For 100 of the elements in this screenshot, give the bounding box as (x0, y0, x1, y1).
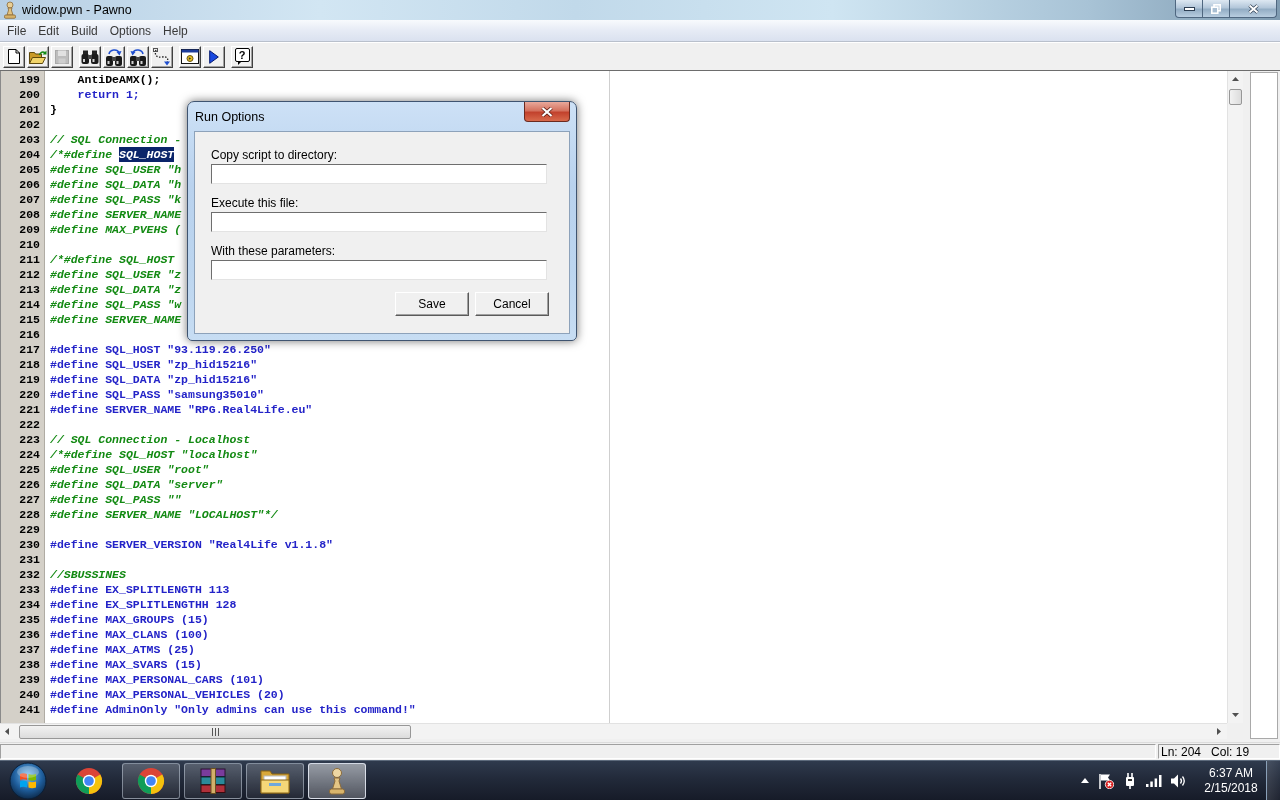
line-number: 240 (18, 688, 41, 701)
left-arrow-icon[interactable] (5, 728, 9, 735)
code-line: AntiDeAMX(); (76, 73, 161, 86)
code-line: #define SERVER_NAME "LOCALHOST"*/ (50, 508, 278, 521)
toolbar-button[interactable] (151, 45, 173, 68)
line-number: 205 (18, 163, 41, 176)
show-desktop-button[interactable] (1266, 761, 1280, 800)
menu-item[interactable]: Edit (32, 20, 66, 41)
binoculars-arrow-icon (129, 47, 147, 66)
code-line: #define MAX_PERSONAL_VEHICLES (20) (50, 688, 285, 701)
line-number: 208 (18, 208, 41, 221)
code-line: } (50, 103, 57, 116)
close-button[interactable] (1230, 0, 1277, 18)
code-line: #define SQL_PASS "samsung35010" (50, 388, 264, 401)
toolbar-button[interactable] (203, 45, 225, 68)
close-icon (541, 106, 553, 117)
speaker-icon[interactable] (1171, 773, 1187, 788)
play-icon (209, 49, 219, 64)
tricolor-circle-icon (137, 766, 165, 795)
line-number: 212 (18, 268, 41, 281)
code-line: #define SQL_DATA "server" (50, 478, 223, 491)
toolbar-button[interactable]: ? (231, 45, 253, 68)
field-label: Copy script to directory: (211, 148, 338, 162)
page-icon (8, 49, 20, 64)
code-line: #define MAX_PERSONAL_CARS (101) (50, 673, 264, 686)
flag-icon[interactable] (1098, 772, 1114, 789)
folder-icon (29, 49, 47, 64)
code-line: #define MAX_SVARS (15) (50, 658, 202, 671)
dialog-button[interactable]: Cancel (475, 292, 549, 316)
line-number: 227 (18, 493, 41, 506)
code-line: #define SQL_USER "root" (50, 463, 209, 476)
input-field[interactable] (211, 260, 547, 280)
line-number: 241 (18, 703, 41, 716)
line-number: 218 (18, 358, 41, 371)
code-line: #define SQL_DATA "z (50, 283, 182, 296)
code-line: //SBUSSINES (50, 568, 126, 581)
line-number: 202 (18, 118, 41, 131)
line-number: 210 (18, 238, 41, 251)
line-number: 213 (18, 283, 41, 296)
plug-icon[interactable] (1123, 772, 1137, 789)
line-number: 204 (18, 148, 41, 161)
line-number: 200 (18, 88, 41, 101)
taskbar-button[interactable] (246, 762, 304, 799)
line-number: 232 (18, 568, 41, 581)
code-line: #define SQL_PASS "k (50, 193, 182, 206)
line-number: 237 (18, 643, 41, 656)
code-line: /*#define SQL_HOST "localhost" (50, 448, 258, 461)
horizontal-scrollbar[interactable] (0, 723, 1227, 739)
field-label: Execute this file: (211, 196, 299, 210)
menu-item[interactable]: Options (103, 20, 158, 41)
toolbar-button[interactable] (103, 45, 125, 68)
down-arrow-icon[interactable] (1232, 713, 1239, 717)
code-line: #define SERVER_VERSION "Real4Life v1.1.8" (50, 538, 333, 551)
right-arrow-icon[interactable] (1217, 728, 1221, 735)
toolbar-button[interactable] (79, 45, 101, 68)
clock-time[interactable]: 6:37 AM (1209, 765, 1253, 781)
code-line: #define MAX_GROUPS (15) (50, 613, 209, 626)
toolbar-button[interactable] (3, 45, 25, 68)
code-line: #define SQL_USER "zp_hid15216" (50, 358, 258, 371)
code-line: #define SQL_PASS "w (50, 298, 182, 311)
line-number: 216 (18, 328, 41, 341)
pawn-icon (327, 766, 347, 795)
line-number: 234 (18, 598, 41, 611)
dialog-title: Run Options (195, 110, 265, 124)
minimize-icon (1183, 6, 1195, 11)
taskbar-button[interactable] (184, 762, 242, 799)
up-arrow-icon[interactable] (1081, 778, 1089, 783)
scroll-thumb[interactable] (19, 724, 411, 739)
toolbar-button[interactable] (27, 45, 49, 68)
toolbar-button[interactable] (127, 45, 149, 68)
line-number: 230 (18, 538, 41, 551)
input-field[interactable] (211, 164, 547, 184)
line-number: 207 (18, 193, 41, 206)
dialog-button[interactable]: Save (395, 292, 469, 316)
line-number: 215 (18, 313, 41, 326)
code-line: #define MAX_CLANS (100) (50, 628, 209, 641)
close-icon (1247, 3, 1259, 14)
taskbar-button[interactable] (308, 762, 366, 799)
code-line: /*#define SQL_HOST (50, 253, 175, 266)
menu-item[interactable]: Build (65, 20, 104, 41)
scroll-thumb[interactable] (1229, 89, 1242, 105)
status-text: Ln: 204 (1161, 744, 1202, 759)
menu-item[interactable]: Help (157, 20, 194, 41)
up-arrow-icon[interactable] (1232, 77, 1239, 81)
clock-date[interactable]: 2/15/2018 (1204, 780, 1258, 796)
line-number: 233 (18, 583, 41, 596)
signal-bars-icon[interactable] (1146, 774, 1162, 787)
code-line: #define SQL_PASS "" (50, 493, 182, 506)
input-field[interactable] (211, 212, 547, 232)
grip-icon (211, 727, 219, 736)
minimize-button[interactable] (1175, 0, 1203, 18)
menu-item[interactable]: File (1, 20, 33, 41)
code-line: #define SERVER_NAME (50, 208, 182, 221)
close-button[interactable] (524, 102, 570, 122)
field-label: With these parameters: (211, 244, 336, 258)
line-number: 223 (18, 433, 41, 446)
restore-button[interactable] (1203, 0, 1230, 18)
taskbar-button[interactable] (122, 762, 180, 799)
toolbar-button[interactable] (179, 45, 201, 68)
code-line: return 1; (76, 88, 140, 101)
